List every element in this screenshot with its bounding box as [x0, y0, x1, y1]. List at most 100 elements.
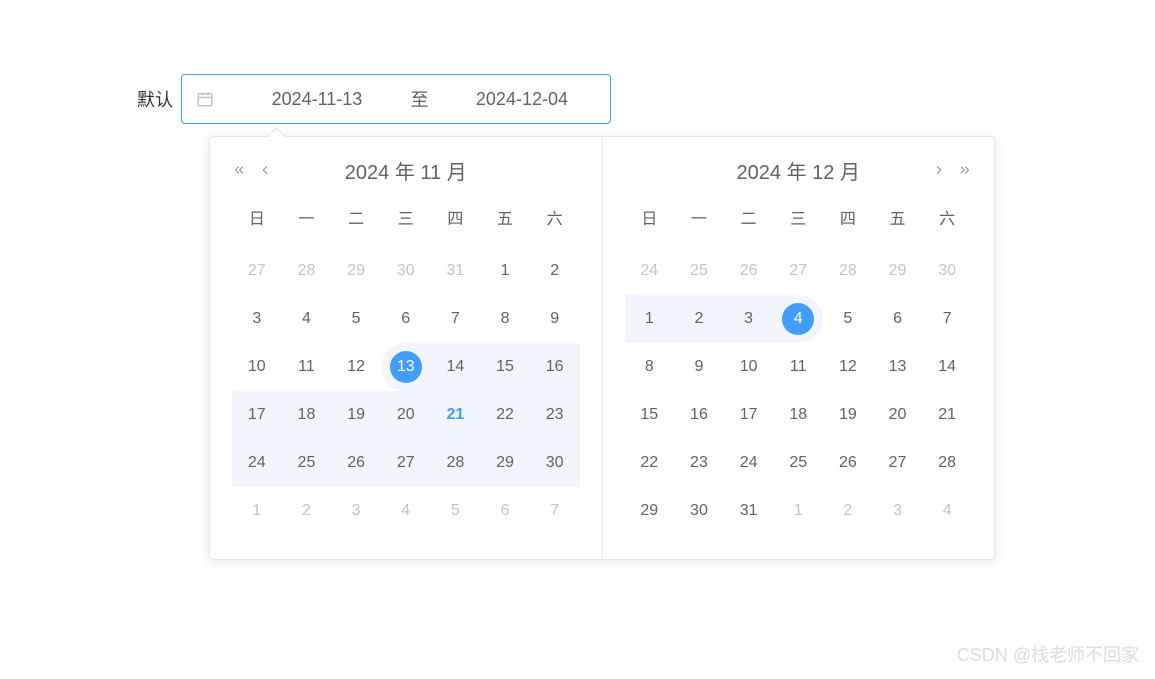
day-cell[interactable]: 25: [282, 439, 332, 487]
weekday-header: 一: [282, 197, 332, 247]
day-cell[interactable]: 17: [232, 391, 282, 439]
weekday-header: 二: [331, 197, 381, 247]
day-cell[interactable]: 29: [625, 487, 675, 535]
day-cell[interactable]: 29: [873, 247, 923, 295]
weekday-header: 五: [873, 197, 923, 247]
day-cell[interactable]: 1: [625, 295, 675, 343]
day-cell[interactable]: 30: [922, 247, 972, 295]
day-cell[interactable]: 26: [331, 439, 381, 487]
day-cell[interactable]: 14: [431, 343, 481, 391]
day-cell[interactable]: 27: [381, 439, 431, 487]
day-cell[interactable]: 28: [922, 439, 972, 487]
day-cell[interactable]: 8: [625, 343, 675, 391]
day-cell[interactable]: 30: [674, 487, 724, 535]
day-cell[interactable]: 13: [873, 343, 923, 391]
day-cell[interactable]: 30: [530, 439, 580, 487]
day-cell[interactable]: 23: [530, 391, 580, 439]
day-cell[interactable]: 18: [282, 391, 332, 439]
day-cell[interactable]: 22: [480, 391, 530, 439]
day-cell[interactable]: 20: [873, 391, 923, 439]
day-cell[interactable]: 2: [823, 487, 873, 535]
end-date-value[interactable]: 2024-12-04: [447, 89, 596, 110]
day-cell[interactable]: 15: [625, 391, 675, 439]
day-cell[interactable]: 11: [773, 343, 823, 391]
day-cell[interactable]: 3: [873, 487, 923, 535]
day-cell[interactable]: 6: [873, 295, 923, 343]
weekday-header: 日: [625, 197, 675, 247]
day-cell[interactable]: 16: [530, 343, 580, 391]
day-cell[interactable]: 18: [773, 391, 823, 439]
day-cell[interactable]: 31: [431, 247, 481, 295]
day-cell[interactable]: 3: [331, 487, 381, 535]
day-cell[interactable]: 23: [674, 439, 724, 487]
weekday-header: 三: [381, 197, 431, 247]
day-cell[interactable]: 24: [625, 247, 675, 295]
day-cell[interactable]: 28: [282, 247, 332, 295]
day-cell[interactable]: 21: [922, 391, 972, 439]
day-cell[interactable]: 17: [724, 391, 774, 439]
day-cell[interactable]: 30: [381, 247, 431, 295]
day-cell[interactable]: 1: [480, 247, 530, 295]
day-cell[interactable]: 10: [724, 343, 774, 391]
day-cell[interactable]: 22: [625, 439, 675, 487]
day-cell[interactable]: 26: [823, 439, 873, 487]
day-cell[interactable]: 20: [381, 391, 431, 439]
next-year-button[interactable]: [958, 163, 972, 177]
day-cell[interactable]: 19: [331, 391, 381, 439]
day-cell[interactable]: 3: [232, 295, 282, 343]
day-cell[interactable]: 10: [232, 343, 282, 391]
day-cell[interactable]: 5: [331, 295, 381, 343]
day-cell[interactable]: 27: [773, 247, 823, 295]
day-cell[interactable]: 2: [530, 247, 580, 295]
weekday-header: 一: [674, 197, 724, 247]
day-cell[interactable]: 4: [381, 487, 431, 535]
day-cell[interactable]: 24: [724, 439, 774, 487]
prev-year-button[interactable]: [232, 163, 246, 177]
day-cell[interactable]: 31: [724, 487, 774, 535]
weekday-header: 四: [823, 197, 873, 247]
day-cell[interactable]: 12: [823, 343, 873, 391]
day-cell[interactable]: 25: [674, 247, 724, 295]
day-cell[interactable]: 4: [282, 295, 332, 343]
prev-month-button[interactable]: [258, 163, 272, 177]
day-cell[interactable]: 4: [922, 487, 972, 535]
day-cell[interactable]: 5: [823, 295, 873, 343]
day-cell[interactable]: 27: [873, 439, 923, 487]
day-cell[interactable]: 2: [674, 295, 724, 343]
day-cell[interactable]: 29: [331, 247, 381, 295]
day-cell[interactable]: 9: [674, 343, 724, 391]
day-cell[interactable]: 14: [922, 343, 972, 391]
day-cell[interactable]: 1: [773, 487, 823, 535]
start-date-value[interactable]: 2024-11-13: [242, 89, 391, 110]
day-cell[interactable]: 25: [773, 439, 823, 487]
day-cell[interactable]: 8: [480, 295, 530, 343]
day-cell[interactable]: 6: [381, 295, 431, 343]
day-cell[interactable]: 3: [724, 295, 774, 343]
day-cell[interactable]: 7: [431, 295, 481, 343]
date-range-input[interactable]: 2024-11-13 至 2024-12-04: [181, 74, 611, 124]
day-cell[interactable]: 15: [480, 343, 530, 391]
day-cell[interactable]: 28: [823, 247, 873, 295]
day-cell[interactable]: 28: [431, 439, 481, 487]
day-cell[interactable]: 12: [331, 343, 381, 391]
day-cell[interactable]: 9: [530, 295, 580, 343]
day-cell[interactable]: 5: [431, 487, 481, 535]
day-cell[interactable]: 19: [823, 391, 873, 439]
date-separator: 至: [391, 86, 447, 112]
day-cell[interactable]: 1: [232, 487, 282, 535]
day-cell[interactable]: 16: [674, 391, 724, 439]
next-month-button[interactable]: [932, 163, 946, 177]
day-cell[interactable]: 29: [480, 439, 530, 487]
day-cell[interactable]: 24: [232, 439, 282, 487]
left-calendar-panel: 2024 年 11 月日一二三四五六2728293031123456789101…: [210, 137, 602, 559]
day-cell[interactable]: 26: [724, 247, 774, 295]
day-cell[interactable]: 27: [232, 247, 282, 295]
day-cell[interactable]: 6: [480, 487, 530, 535]
day-cell[interactable]: 13: [381, 343, 431, 391]
day-cell[interactable]: 4: [773, 295, 823, 343]
day-cell[interactable]: 7: [530, 487, 580, 535]
day-cell[interactable]: 7: [922, 295, 972, 343]
day-cell[interactable]: 21: [431, 391, 481, 439]
day-cell[interactable]: 11: [282, 343, 332, 391]
day-cell[interactable]: 2: [282, 487, 332, 535]
